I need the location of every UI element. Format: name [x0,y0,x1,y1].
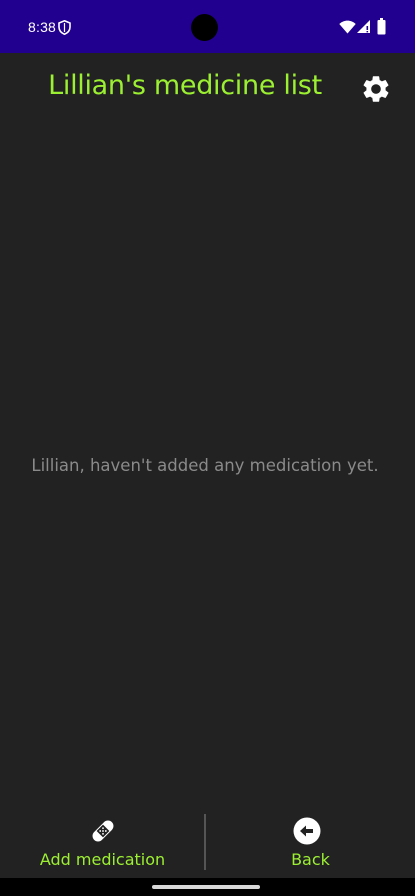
bandage-icon [92,820,114,842]
camera-cutout [191,14,218,41]
bottom-bar: Add medication Back [0,806,415,878]
shield-icon [58,20,71,35]
gesture-nav-area [0,878,415,896]
status-time: 8:38 [28,19,57,35]
wifi-icon [339,20,356,34]
page-title: Lillian's medicine list [48,70,322,101]
gear-icon[interactable] [360,73,392,105]
arrow-left-circle-icon [293,817,321,845]
signal-icon [357,20,370,33]
status-bar: 8:38 [0,0,415,53]
empty-state-message: Lillian, haven't added any medication ye… [31,456,379,475]
add-medication-button[interactable]: Add medication [0,806,205,878]
back-button[interactable]: Back [206,806,415,878]
back-label: Back [291,850,330,869]
gesture-handle[interactable] [152,885,260,889]
battery-icon [377,18,386,35]
app-screen: 8:38 Lillian's medicine list Lillian, ha… [0,0,415,896]
add-medication-label: Add medication [39,850,166,869]
